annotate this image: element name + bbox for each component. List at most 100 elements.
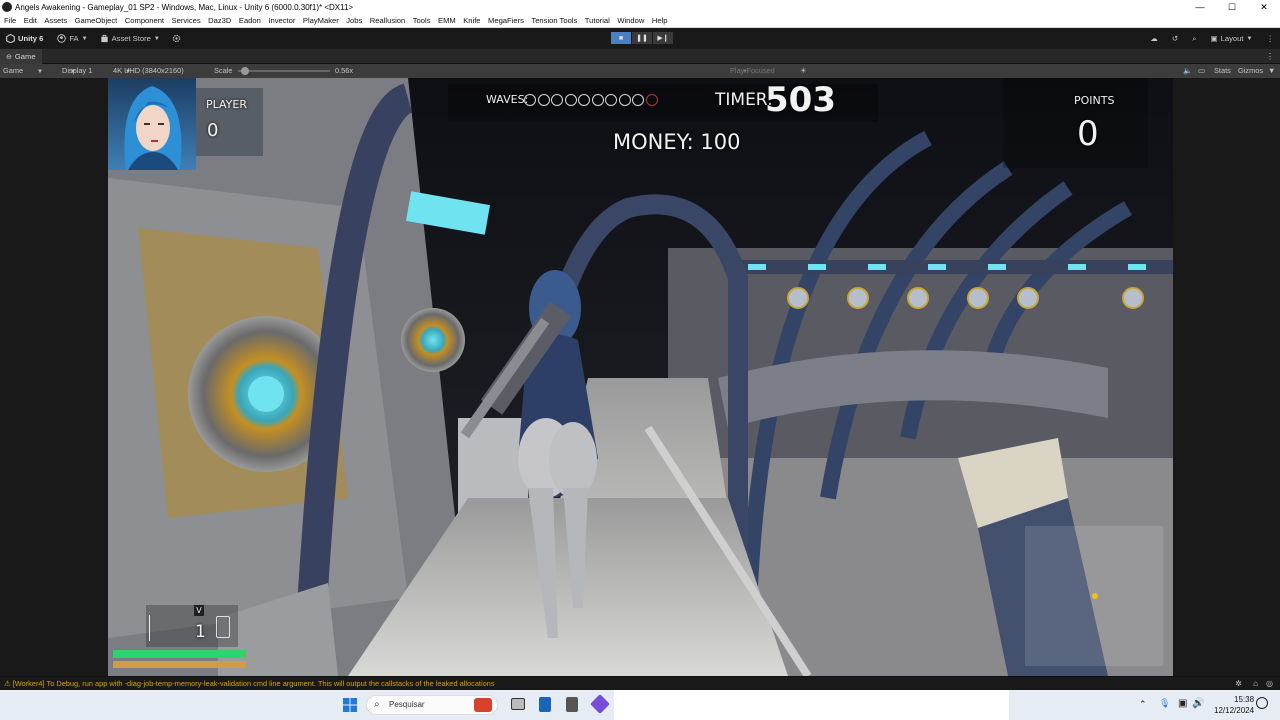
layout-icon: ▣ — [1210, 34, 1218, 43]
stamina-bar-fill — [113, 661, 246, 668]
wave-dot — [605, 94, 617, 106]
timer-value: 503 — [765, 80, 836, 120]
scale-slider-handle[interactable] — [241, 67, 250, 75]
stats-toggle[interactable]: Stats — [1214, 64, 1231, 78]
history-icon[interactable]: ↺ — [1172, 34, 1178, 43]
task-view-icon[interactable] — [511, 698, 525, 710]
progress-icon[interactable]: ⌂ — [1253, 677, 1258, 691]
layout-dropdown[interactable]: ▣ Layout ▼ — [1210, 34, 1252, 43]
clock-time[interactable]: 15:38 — [1234, 695, 1254, 704]
windows-taskbar: ⌕ Pesquisar ⌃ 🎙 ▣ 🔊 15:38 12/12/2024 — [0, 690, 1280, 720]
search-highlight-icon — [474, 698, 492, 712]
minimize-button[interactable]: — — [1184, 0, 1216, 14]
kebab-menu-icon[interactable]: ⋮ — [1266, 34, 1274, 43]
wave-dot — [632, 94, 644, 106]
menu-tension-tools[interactable]: Tension Tools — [531, 16, 577, 25]
console-status-bar[interactable]: ⚠ [Worker4] To Debug, run app with -diag… — [0, 676, 1280, 690]
console-message: [Worker4] To Debug, run app with -diag-j… — [12, 679, 495, 688]
menu-emm[interactable]: EMM — [438, 16, 456, 25]
menu-eadon[interactable]: Eadon — [239, 16, 261, 25]
maximize-button[interactable]: ☐ — [1216, 0, 1248, 14]
game-scene[interactable]: PLAYER 0 WAVES: TIMER: 503 MONEY: 100 PO… — [108, 78, 1173, 676]
display-label: Display 1 — [62, 66, 93, 75]
calculator-icon[interactable] — [566, 697, 578, 712]
unity-account-button[interactable]: Unity 6 — [6, 34, 43, 43]
menu-jobs[interactable]: Jobs — [346, 16, 362, 25]
stamina-bar — [113, 661, 246, 668]
menu-daz3d[interactable]: Daz3D — [208, 16, 231, 25]
menu-services[interactable]: Services — [172, 16, 201, 25]
cloud-settings-button[interactable] — [172, 34, 184, 43]
player-score: 0 — [207, 120, 219, 141]
menu-assets[interactable]: Assets — [44, 16, 67, 25]
notification-icon[interactable]: ◎ — [1266, 677, 1273, 691]
game-mode-dropdown[interactable]: Game ▼ — [3, 64, 43, 79]
menu-file[interactable]: File — [4, 16, 16, 25]
tray-overflow-icon[interactable]: ⌃ — [1139, 699, 1147, 710]
health-bar — [113, 650, 246, 658]
taskbar-search-box[interactable]: ⌕ Pesquisar — [366, 695, 498, 715]
unity-cube-icon — [6, 34, 15, 43]
menu-edit[interactable]: Edit — [24, 16, 37, 25]
screen-icon[interactable]: ▭ — [1198, 64, 1205, 78]
notifications-icon[interactable] — [1256, 697, 1268, 709]
display-dropdown[interactable]: Display 1 ▼ — [62, 64, 92, 79]
network-icon[interactable]: ▣ — [1178, 698, 1187, 709]
wave-dot — [578, 94, 590, 106]
menu-tutorial[interactable]: Tutorial — [585, 16, 610, 25]
search-icon[interactable]: ⌕ — [1192, 34, 1196, 44]
scale-slider[interactable] — [238, 67, 330, 75]
chevron-down-icon: ▼ — [1246, 35, 1253, 42]
microphone-icon[interactable]: 🎙 — [1159, 698, 1170, 709]
step-button[interactable]: ▶❙ — [653, 32, 673, 44]
pause-button[interactable]: ❚❚ — [632, 32, 652, 44]
game-mode-label: Game — [3, 66, 24, 75]
window-titlebar: Angels Awakening - Gameplay_01 SP2 - Win… — [0, 0, 1280, 14]
weapon-key-badge: V — [194, 605, 204, 616]
shopping-bag-icon — [100, 34, 108, 43]
kebab-menu-icon[interactable]: ⋮ — [1266, 49, 1274, 64]
close-button[interactable]: ✕ — [1248, 0, 1280, 14]
windows-start-icon[interactable] — [343, 698, 357, 712]
menu-help[interactable]: Help — [652, 16, 668, 25]
menu-megafiers[interactable]: MegaFiers — [488, 16, 524, 25]
tab-game[interactable]: ⊖ Game — [0, 49, 42, 64]
resolution-label: 4K UHD (3840x2160) — [113, 66, 184, 75]
play-controls: ■ ❚❚ ▶❙ — [611, 32, 674, 44]
resolution-dropdown[interactable]: 4K UHD (3840x2160) ▼ — [113, 64, 184, 79]
account-dropdown[interactable]: FA ▼ — [57, 34, 88, 43]
search-placeholder: Pesquisar — [389, 700, 425, 709]
menu-window[interactable]: Window — [617, 16, 644, 25]
waves-label: WAVES: — [486, 93, 529, 106]
wave-dot — [591, 94, 604, 106]
gizmos-toggle[interactable]: Gizmos — [1238, 64, 1263, 78]
menu-component[interactable]: Component — [125, 16, 164, 25]
cloud-icon[interactable]: ☁ — [1150, 34, 1158, 43]
clock-date[interactable]: 12/12/2024 — [1214, 706, 1254, 715]
ammo-count: 1 — [195, 622, 206, 642]
asset-store-dropdown[interactable]: Asset Store ▼ — [100, 34, 160, 43]
player-label: PLAYER — [206, 98, 247, 111]
menu-reallusion[interactable]: Reallusion — [370, 16, 405, 25]
unity-version-label: Unity 6 — [18, 34, 44, 43]
menu-gameobject[interactable]: GameObject — [75, 16, 118, 25]
mute-audio-icon[interactable]: 🔈 — [1183, 64, 1192, 78]
wave-dot — [645, 94, 658, 106]
wave-dot — [551, 94, 563, 106]
sun-icon[interactable]: ☀ — [800, 64, 807, 78]
menu-playmaker[interactable]: PlayMaker — [303, 16, 339, 25]
gamepad-icon: ⊖ — [6, 54, 12, 61]
menu-tools[interactable]: Tools — [413, 16, 431, 25]
play-button[interactable]: ■ — [611, 32, 631, 44]
play-focused-dropdown[interactable]: Play Focused ▼ — [730, 64, 775, 79]
active-window-thumbnail[interactable] — [614, 690, 1009, 720]
menu-knife[interactable]: Knife — [463, 16, 480, 25]
file-manager-icon[interactable] — [539, 697, 551, 712]
volume-icon[interactable]: 🔊 — [1192, 698, 1204, 709]
avatar — [124, 86, 182, 170]
media-app-icon[interactable] — [590, 694, 610, 714]
scale-value: 0.56x — [335, 66, 354, 75]
debug-icon[interactable]: ✲ — [1235, 677, 1242, 691]
menu-invector[interactable]: Invector — [268, 16, 295, 25]
chevron-down-icon[interactable]: ▼ — [1268, 64, 1275, 78]
